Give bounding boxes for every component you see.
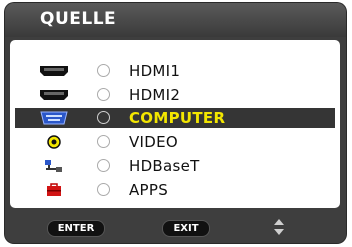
source-item-hdmi1[interactable]: HDMI1 (15, 61, 335, 81)
source-item-apps[interactable]: APPS (15, 180, 335, 200)
source-label: HDMI1 (129, 62, 181, 80)
enter-button[interactable]: ENTER (47, 220, 105, 237)
hdmi-icon (37, 63, 71, 79)
exit-button[interactable]: EXIT (162, 220, 210, 237)
source-label: HDMI2 (129, 86, 181, 104)
source-label: HDBaseT (129, 157, 200, 175)
source-label: COMPUTER (129, 109, 226, 127)
source-radio[interactable] (97, 135, 110, 148)
video-icon (37, 134, 71, 150)
source-label: APPS (129, 181, 169, 199)
footer-bar: ENTER EXIT (5, 210, 346, 243)
source-radio[interactable] (97, 64, 110, 77)
up-down-arrows-icon (273, 218, 285, 236)
source-item-hdbaset[interactable]: HDBaseT (15, 156, 335, 176)
source-radio[interactable] (97, 111, 110, 124)
source-item-video[interactable]: VIDEO (15, 132, 335, 152)
source-radio[interactable] (97, 159, 110, 172)
title-bar: QUELLE (5, 3, 346, 37)
dialog-title: QUELLE (40, 9, 117, 29)
source-label: VIDEO (129, 133, 179, 151)
network-icon (37, 158, 71, 174)
apps-icon (37, 182, 71, 198)
vga-icon (37, 110, 71, 126)
hdmi-icon (37, 87, 71, 103)
source-list: HDMI1 HDMI2 COMPUTER VIDEO HDBaseT APPS (10, 40, 340, 208)
source-item-hdmi2[interactable]: HDMI2 (15, 85, 335, 105)
source-radio[interactable] (97, 183, 110, 196)
source-radio[interactable] (97, 88, 110, 101)
source-item-computer[interactable]: COMPUTER (15, 108, 335, 128)
source-menu-dialog: QUELLE HDMI1 HDMI2 COMPUTER VIDEO HDBase… (5, 3, 346, 243)
